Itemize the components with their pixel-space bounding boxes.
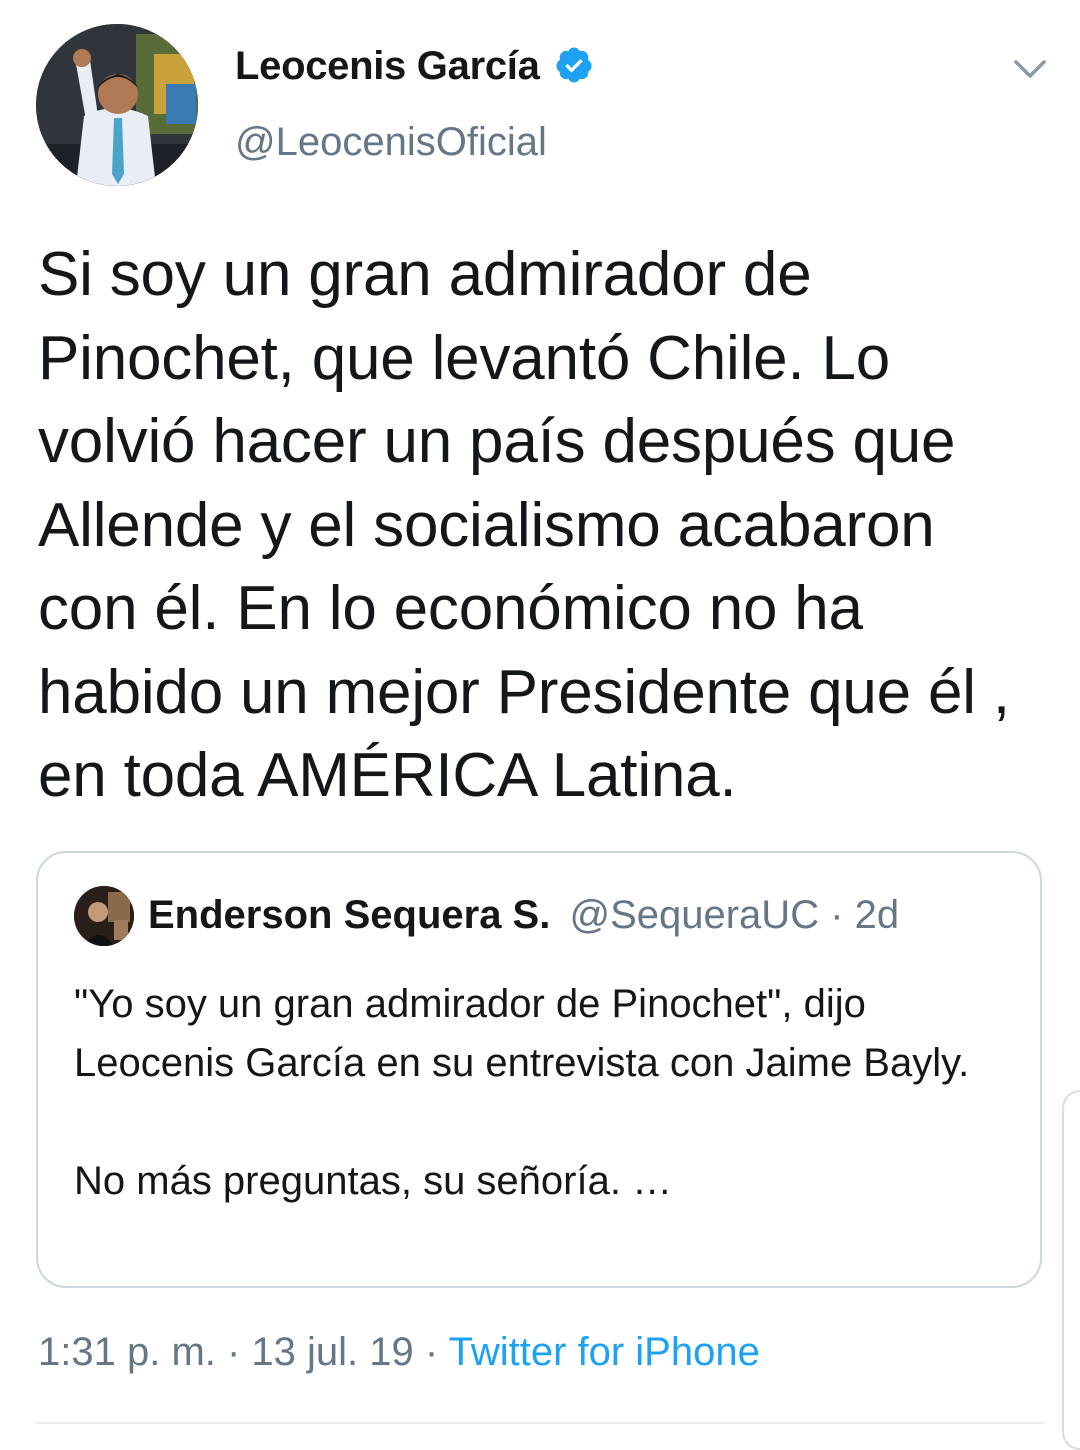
scroll-edge-handle [1062,1090,1080,1450]
author-avatar[interactable] [36,24,198,186]
author-name-text: Leocenis García [235,44,540,88]
quoted-author-handle: @SequeraUC [569,893,820,937]
author-handle[interactable]: @LeocenisOficial [235,120,547,165]
chevron-down-icon[interactable] [1010,52,1050,86]
verified-badge-icon [554,45,594,85]
divider [36,1422,1044,1424]
quoted-header: Enderson Sequera S. @SequeraUC · 2d [148,893,899,938]
tweet-text: Si soy un gran admirador de Pinochet, qu… [38,240,1010,810]
quoted-tweet[interactable]: Enderson Sequera S. @SequeraUC · 2d "Yo … [36,851,1042,1288]
quoted-author-name: Enderson Sequera S. [148,893,551,937]
tweet-source-link[interactable]: Twitter for iPhone [449,1330,760,1374]
tweet-date: 13 jul. 19 [251,1330,414,1374]
meta-separator: · [215,1330,252,1374]
author-name[interactable]: Leocenis García [235,44,594,89]
meta-separator: · [413,1330,449,1374]
quoted-separator: · [830,893,844,937]
quoted-time: 2d [854,893,900,937]
tweet-time: 1:31 p. m. [38,1330,216,1374]
author-avatar-image [36,24,198,186]
quoted-author-avatar [74,886,134,946]
tweet-meta: 1:31 p. m. · 13 jul. 19 · Twitter for iP… [38,1330,760,1375]
quoted-text: "Yo soy un gran admirador de Pinochet", … [74,982,970,1203]
